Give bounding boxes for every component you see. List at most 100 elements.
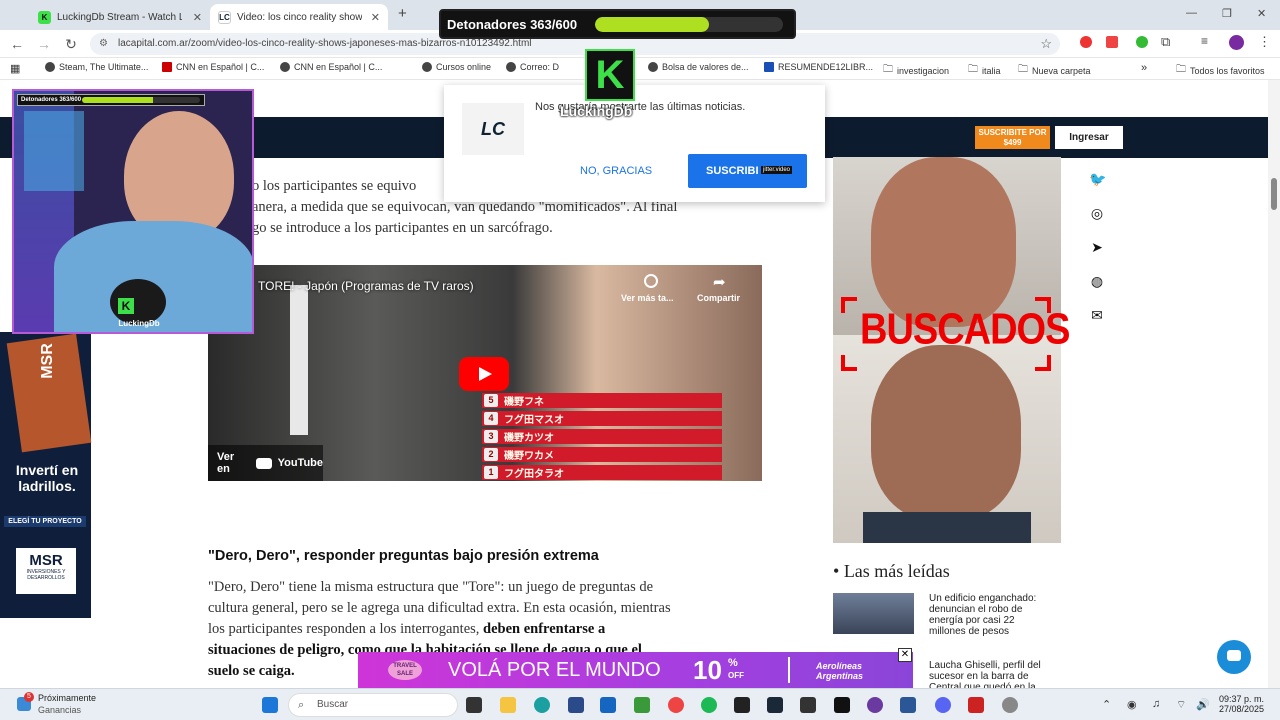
extension-icon[interactable]: [1080, 36, 1092, 48]
app-icon[interactable]: [867, 697, 883, 713]
avatar[interactable]: [1229, 35, 1244, 50]
globe-icon: [506, 62, 516, 72]
new-tab-button[interactable]: +: [398, 5, 407, 22]
tiktok-icon[interactable]: [834, 697, 850, 713]
ad-cta[interactable]: ELEGÍ TU PROYECTO: [4, 516, 86, 527]
volume-icon[interactable]: 🔊: [1196, 698, 1210, 711]
bookmark-cursos[interactable]: Cursos online: [422, 62, 491, 72]
ad-headline: Invertí en ladrillos.: [15, 462, 79, 494]
news-thumbnail[interactable]: [833, 593, 914, 634]
star-icon[interactable]: ☆: [1040, 33, 1052, 55]
globe-icon: [648, 62, 658, 72]
youtube-logo-icon: [255, 457, 272, 469]
login-button[interactable]: Ingresar: [1055, 126, 1123, 149]
app-icon[interactable]: [800, 697, 816, 713]
whatsapp-icon[interactable]: ◎: [1089, 205, 1105, 221]
extension-icon[interactable]: [1136, 36, 1148, 48]
bookmark-all[interactable]: 🗀 Todos los favoritos: [1176, 62, 1265, 79]
notification-sub: Ganancias: [38, 705, 82, 715]
puzzle-icon[interactable]: ⧉: [1161, 34, 1170, 50]
app-icon[interactable]: [900, 697, 916, 713]
site-info-icon[interactable]: ⚙: [99, 33, 108, 55]
page-scrollbar[interactable]: [1268, 80, 1280, 688]
chevron-right-icon[interactable]: »: [1141, 62, 1147, 74]
task-view-icon[interactable]: [466, 697, 482, 713]
bookmark-bolsa[interactable]: Bolsa de valores de...: [648, 62, 749, 72]
xbox-icon[interactable]: [634, 697, 650, 713]
bookmark-italia[interactable]: 🗀 italia: [968, 62, 1001, 79]
tab-lacapital[interactable]: LC Video: los cinco reality shows ja ✕: [210, 4, 388, 30]
rank-row: 2 磯野ワカメ: [482, 447, 722, 462]
bookmark-steam[interactable]: Steam, The Ultimate...: [45, 62, 148, 72]
windows-start-icon[interactable]: [262, 697, 278, 713]
subscribe-button[interactable]: SUSCRIBITE POR $499: [975, 126, 1050, 149]
wanted-label: BUSCADOS: [860, 305, 1070, 355]
mic-icon[interactable]: ♫: [1152, 698, 1160, 710]
bookmark-correo[interactable]: Correo: D: [506, 62, 559, 72]
airline-banner-ad[interactable]: TRAVEL SALE VOLÁ POR EL MUNDO 10 % OFF A…: [358, 652, 913, 688]
article-paragraph: go se introduce a los participantes en u…: [252, 220, 553, 236]
close-icon[interactable]: ✕: [371, 11, 380, 24]
restore-button[interactable]: ❐: [1222, 7, 1232, 20]
chat-bubble-icon[interactable]: [1217, 640, 1251, 674]
reload-icon[interactable]: ↻: [63, 36, 79, 53]
steam-icon[interactable]: [767, 697, 783, 713]
play-button[interactable]: [459, 357, 509, 391]
close-window-button[interactable]: ✕: [1257, 7, 1266, 20]
clock-icon[interactable]: [644, 274, 658, 288]
menu-icon[interactable]: ⋮: [1258, 34, 1271, 50]
extension-icon[interactable]: [1106, 36, 1118, 48]
share-label[interactable]: Compartir: [697, 293, 740, 303]
app-icon[interactable]: [734, 697, 750, 713]
explorer-icon[interactable]: [500, 697, 516, 713]
scrollbar-thumb[interactable]: [1271, 178, 1277, 210]
subscribe-popup-button[interactable]: SUSCRIBI jitter.video: [688, 154, 807, 188]
app-icon[interactable]: [968, 697, 984, 713]
bookmark-nueva-carpeta[interactable]: 🗀 Nueva carpeta: [1018, 62, 1091, 79]
watch-on-youtube-button[interactable]: Ver en YouTube: [208, 445, 323, 481]
chevron-up-icon[interactable]: ⌃: [1102, 698, 1111, 711]
spotify-icon[interactable]: [701, 697, 717, 713]
tab-luckingdb[interactable]: K LuckingDb Stream - Watch Live ✕: [30, 4, 210, 30]
email-icon[interactable]: ✉: [1089, 307, 1105, 323]
tray-icon[interactable]: ◉: [1127, 698, 1137, 711]
brick-brand: MSR: [38, 343, 56, 379]
msr-logo: MSR INVERSIONES Y DESARROLLOS: [16, 548, 76, 594]
wifi-icon[interactable]: ⌔: [1176, 698, 1186, 712]
bookmark-resumen[interactable]: RESUMENDE12LIBR...: [764, 62, 873, 72]
frame-corner: [841, 297, 857, 313]
taskbar-search[interactable]: ⌕ Buscar: [288, 693, 458, 717]
no-thanks-button[interactable]: NO, GRACIAS: [580, 165, 652, 177]
messenger-icon[interactable]: ◍: [1089, 273, 1105, 289]
share-icon[interactable]: ➦: [713, 273, 726, 291]
clock[interactable]: 09:37 p. m. 27/08/2025: [1219, 694, 1264, 714]
chrome-icon[interactable]: [668, 697, 684, 713]
bookmark-investigacion[interactable]: 🗀 investigacion: [883, 62, 949, 79]
settings-icon[interactable]: [1002, 697, 1018, 713]
edge-icon[interactable]: [534, 697, 550, 713]
kick-logo-icon: K: [585, 49, 635, 101]
folder-icon: 🗀: [883, 64, 893, 75]
article-paragraph: o los participantes se equivo: [252, 178, 417, 194]
minimize-button[interactable]: —: [1186, 7, 1197, 19]
close-icon[interactable]: ✕: [193, 11, 202, 24]
store-icon[interactable]: [568, 697, 584, 713]
media-icon[interactable]: ≡: [1201, 34, 1208, 48]
discord-icon[interactable]: [935, 697, 951, 713]
outlook-icon[interactable]: [600, 697, 616, 713]
apps-grid-icon[interactable]: ▦: [10, 62, 20, 75]
twitter-icon[interactable]: 🐦: [1089, 171, 1106, 187]
back-arrow-icon[interactable]: ←: [9, 36, 25, 52]
bookmark-cnn-2[interactable]: CNN en Español | C...: [280, 62, 382, 72]
news-link[interactable]: Un edificio enganchado: denuncian el rob…: [929, 593, 1054, 637]
youtube-embed[interactable]: TORE! - Japón (Programas de TV raros) Ve…: [208, 265, 762, 481]
forward-arrow-icon[interactable]: →: [36, 36, 52, 52]
left-ad[interactable]: MSR Invertí en ladrillos. ELEGÍ TU PROYE…: [0, 332, 92, 618]
bookmark-cnn-1[interactable]: CNN en Español | C...: [162, 62, 264, 72]
news-link[interactable]: Laucha Ghiselli, perfil del sucesor en l…: [929, 660, 1054, 688]
watch-later-label[interactable]: Ver más ta...: [621, 293, 674, 303]
telegram-icon[interactable]: ➤: [1089, 239, 1105, 255]
face-photo: [871, 345, 1021, 520]
close-ad-button[interactable]: ✕: [898, 648, 912, 662]
chat-glyph: [1227, 650, 1241, 661]
